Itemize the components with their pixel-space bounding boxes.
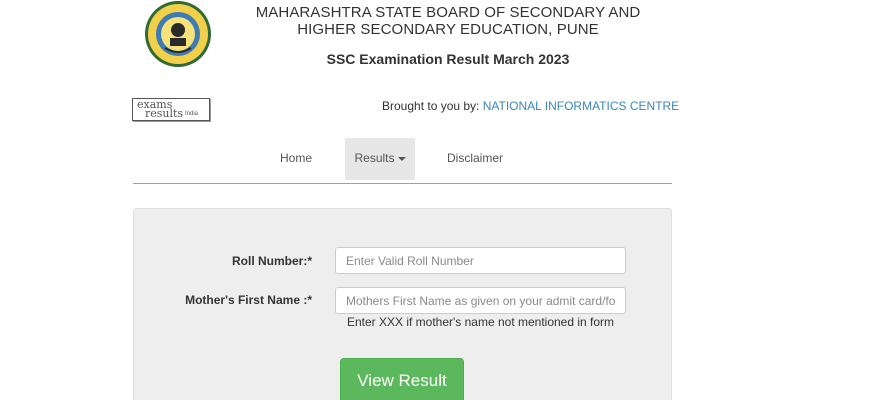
badge-word-india: India [185,111,199,117]
caret-down-icon [397,156,406,161]
credit-line: Brought to you by: NATIONAL INFORMATICS … [382,99,679,113]
nav-disclaimer[interactable]: Disclaimer [439,138,511,180]
roll-number-input[interactable] [335,247,626,274]
board-emblem-logo [143,0,213,68]
exams-results-india-badge[interactable]: exams results India [132,98,210,121]
mother-name-input[interactable] [335,287,626,314]
nav-results-label: Results [354,151,395,165]
board-title: MAHARASHTRA STATE BOARD OF SECONDARY AND… [255,4,641,38]
nav-home-label: Home [279,151,312,165]
view-result-button[interactable]: View Result [340,358,464,400]
mother-name-hint: Enter XXX if mother's name not mentioned… [346,315,615,329]
nic-link[interactable]: NATIONAL INFORMATICS CENTRE [483,99,679,113]
mother-name-label: Mother's First Name :* [185,293,312,307]
credit-prefix: Brought to you by: [382,99,483,113]
nav-disclaimer-label: Disclaimer [446,151,503,165]
nav-home[interactable]: Home [265,138,327,180]
badge-word-results: results [145,107,184,120]
result-page: MAHARASHTRA STATE BOARD OF SECONDARY AND… [0,0,890,400]
nav-results-dropdown[interactable]: Results [345,138,415,180]
main-nav: Home Results Disclaimer [133,138,672,180]
roll-number-label: Roll Number:* [231,254,312,268]
nav-divider [133,183,672,184]
exam-title: SSC Examination Result March 2023 [326,51,570,67]
